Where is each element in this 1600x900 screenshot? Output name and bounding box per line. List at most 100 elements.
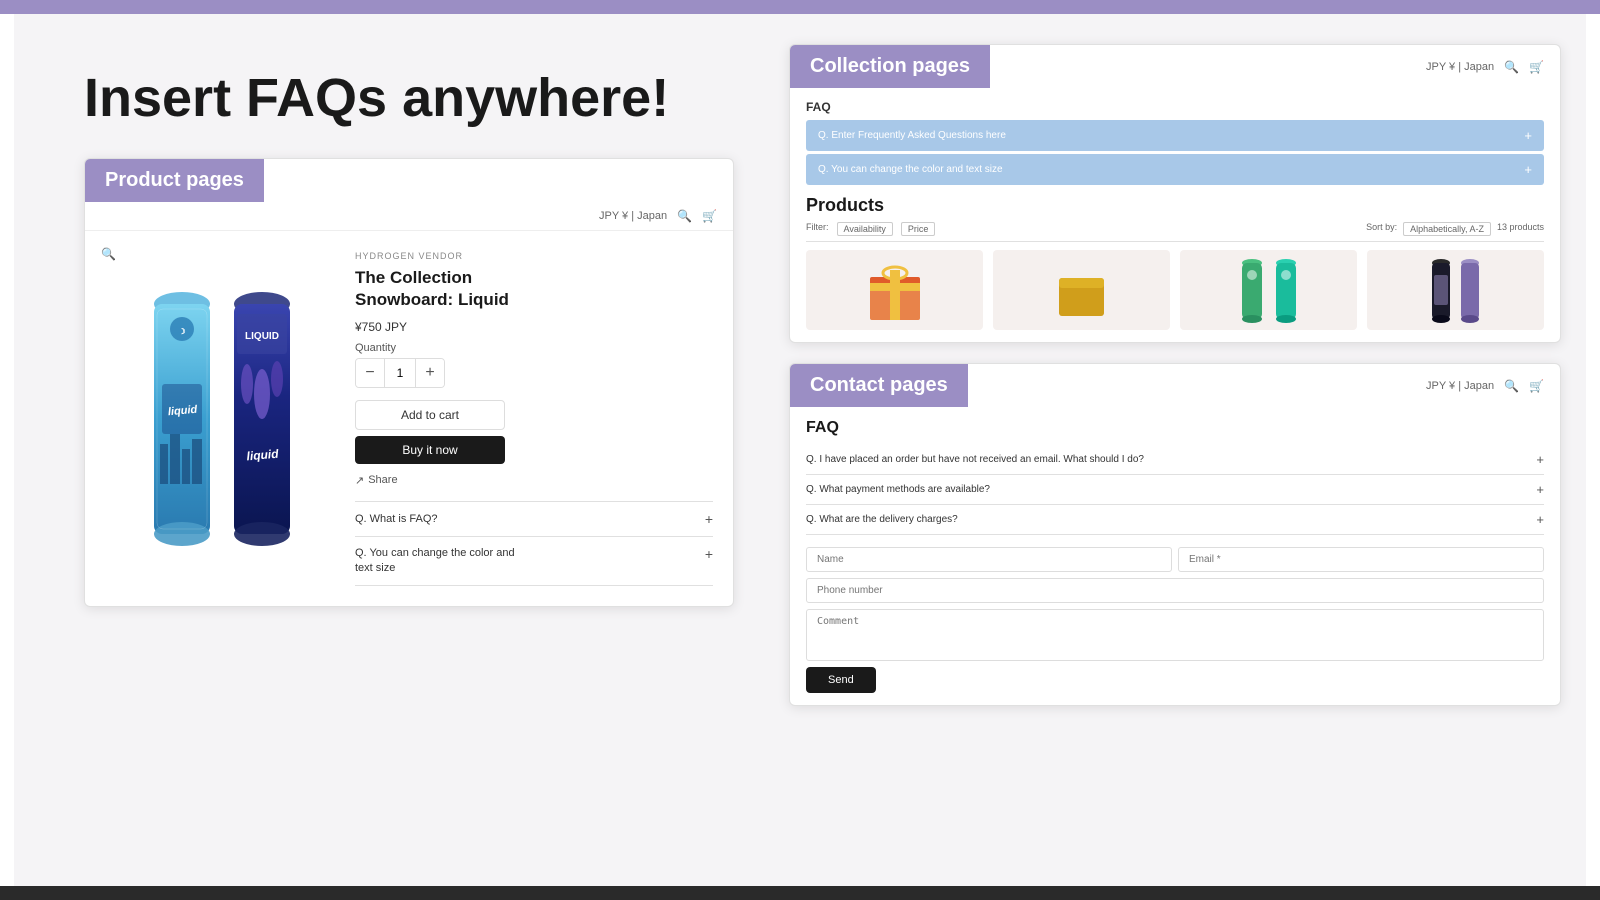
product-cart-icon[interactable]: 🛒 — [702, 209, 717, 223]
qty-increase-btn[interactable]: + — [416, 359, 444, 387]
page-wrapper: Insert FAQs anywhere! Product pages JPY … — [0, 0, 1600, 900]
contact-faq-toggle-2[interactable]: + — [1536, 482, 1544, 497]
bottom-dark-bar — [0, 886, 1600, 900]
svg-text:LIQUID: LIQUID — [245, 331, 279, 342]
contact-cart-icon[interactable]: 🛒 — [1529, 379, 1544, 393]
collection-label-row: Collection pages JPY ¥ | Japan 🔍 🛒 — [790, 45, 1560, 88]
qty-value: 1 — [384, 359, 416, 387]
faq-toggle-1[interactable]: + — [705, 511, 713, 527]
collection-faq-item-1: Q. Enter Frequently Asked Questions here… — [806, 120, 1544, 151]
product-thumb-4 — [1367, 250, 1544, 330]
left-column: Insert FAQs anywhere! Product pages JPY … — [14, 14, 764, 886]
products-title: Products — [806, 195, 1544, 216]
buy-now-button[interactable]: Buy it now — [355, 436, 505, 464]
dark-board-svg — [1429, 255, 1454, 325]
contact-page-mock: Contact pages JPY ¥ | Japan 🔍 🛒 FAQ Q. I… — [789, 363, 1561, 706]
sort-right: Sort by: Alphabetically, A-Z 13 products — [1366, 222, 1544, 236]
contact-currency: JPY ¥ | Japan — [1426, 380, 1494, 392]
filter-label: Filter: — [806, 222, 829, 236]
vendor-label: HYDROGEN VENDOR — [355, 251, 713, 261]
contact-faq-item-3: Q. What are the delivery charges? + — [806, 505, 1544, 535]
product-title: The Collection Snowboard: Liquid — [355, 267, 713, 311]
purple-board-svg — [1458, 255, 1483, 325]
product-faq-accordion: Q. What is FAQ? + Q. You can change the … — [355, 501, 713, 587]
availability-filter[interactable]: Availability — [837, 222, 893, 236]
collection-faq-text-2: Q. You can change the color and text siz… — [818, 164, 1003, 175]
contact-faq-q3: Q. What are the delivery charges? — [806, 514, 958, 525]
faq-item-1: Q. What is FAQ? + — [355, 502, 713, 537]
product-header-currency: JPY ¥ | Japan — [599, 210, 667, 222]
product-thumb-1 — [806, 250, 983, 330]
product-thumb-3 — [1180, 250, 1357, 330]
product-mock-header: JPY ¥ | Japan 🔍 🛒 — [85, 202, 733, 231]
cube-svg — [1049, 258, 1114, 323]
collection-currency: JPY ¥ | Japan — [1426, 61, 1494, 73]
content-area: Insert FAQs anywhere! Product pages JPY … — [14, 14, 1586, 886]
contact-faq-item-2: Q. What payment methods are available? + — [806, 475, 1544, 505]
filter-left: Filter: Availability Price — [806, 222, 935, 236]
product-image-area: 🔍 ☽ — [97, 243, 347, 594]
collection-faq-toggle-2[interactable]: + — [1524, 162, 1532, 177]
svg-text:liquid: liquid — [246, 446, 280, 463]
contact-faq-toggle-3[interactable]: + — [1536, 512, 1544, 527]
filter-bar: Filter: Availability Price Sort by: Alph… — [806, 222, 1544, 242]
comment-input[interactable] — [806, 609, 1544, 661]
product-price: ¥750 JPY — [355, 320, 713, 334]
right-column: Collection pages JPY ¥ | Japan 🔍 🛒 FAQ Q… — [764, 14, 1586, 886]
add-to-cart-button[interactable]: Add to cart — [355, 400, 505, 430]
products-count: 13 products — [1497, 222, 1544, 236]
collection-faq-toggle-1[interactable]: + — [1524, 128, 1532, 143]
collection-search-icon[interactable]: 🔍 — [1504, 60, 1519, 74]
send-button[interactable]: Send — [806, 667, 876, 693]
share-link[interactable]: ↗ Share — [355, 474, 713, 487]
svg-text:☽: ☽ — [178, 327, 185, 336]
contact-faq-toggle-1[interactable]: + — [1536, 452, 1544, 467]
svg-text:liquid: liquid — [167, 404, 198, 419]
share-icon: ↗ — [355, 474, 364, 487]
collection-label-banner: Collection pages — [790, 45, 990, 88]
contact-faq-item-1: Q. I have placed an order but have not r… — [806, 445, 1544, 475]
name-input[interactable] — [806, 547, 1172, 572]
products-grid — [806, 250, 1544, 330]
zoom-icon: 🔍 — [101, 247, 116, 261]
collection-page-mock: Collection pages JPY ¥ | Japan 🔍 🛒 FAQ Q… — [789, 44, 1561, 343]
faq-toggle-2[interactable]: + — [705, 546, 713, 562]
green-board-2-svg — [1271, 255, 1301, 325]
product-page-label: Product pages — [85, 159, 264, 202]
collection-cart-icon[interactable]: 🛒 — [1529, 60, 1544, 74]
gift-box-svg — [860, 255, 930, 325]
email-input[interactable] — [1178, 547, 1544, 572]
faq-item-2: Q. You can change the color andtext size… — [355, 537, 713, 587]
phone-input[interactable] — [806, 578, 1544, 603]
main-heading: Insert FAQs anywhere! — [84, 69, 734, 128]
quantity-label: Quantity — [355, 342, 713, 354]
price-filter[interactable]: Price — [901, 222, 936, 236]
product-details: HYDROGEN VENDOR The Collection Snowboard… — [347, 243, 721, 594]
contact-faq-title: FAQ — [806, 419, 1544, 437]
quantity-control: − 1 + — [355, 358, 445, 388]
sort-dropdown[interactable]: Alphabetically, A-Z — [1403, 222, 1491, 236]
collection-header-right: JPY ¥ | Japan 🔍 🛒 — [1426, 60, 1560, 74]
contact-body: FAQ Q. I have placed an order but have n… — [790, 407, 1560, 705]
faq-question-2: Q. You can change the color andtext size — [355, 546, 515, 577]
green-board-1-svg — [1237, 255, 1267, 325]
contact-faq-q2: Q. What payment methods are available? — [806, 484, 990, 495]
product-page-mock: Product pages JPY ¥ | Japan 🔍 🛒 🔍 — [84, 158, 734, 607]
collection-faq-text-1: Q. Enter Frequently Asked Questions here — [818, 130, 1006, 141]
contact-search-icon[interactable]: 🔍 — [1504, 379, 1519, 393]
form-row-1 — [806, 547, 1544, 572]
contact-label-banner: Contact pages — [790, 364, 968, 407]
product-content: 🔍 ☽ — [85, 231, 733, 606]
sort-by-label: Sort by: — [1366, 222, 1397, 236]
contact-faq-q1: Q. I have placed an order but have not r… — [806, 454, 1144, 465]
contact-form: Send — [806, 547, 1544, 693]
collection-faq-title: FAQ — [806, 100, 1544, 114]
collection-body: FAQ Q. Enter Frequently Asked Questions … — [790, 88, 1560, 342]
top-purple-bar — [0, 0, 1600, 14]
qty-decrease-btn[interactable]: − — [356, 359, 384, 387]
faq-question-1: Q. What is FAQ? — [355, 513, 438, 525]
collection-faq-item-2: Q. You can change the color and text siz… — [806, 154, 1544, 185]
product-search-icon[interactable]: 🔍 — [677, 209, 692, 223]
product-thumb-2 — [993, 250, 1170, 330]
contact-header-right: JPY ¥ | Japan 🔍 🛒 — [1426, 379, 1560, 393]
